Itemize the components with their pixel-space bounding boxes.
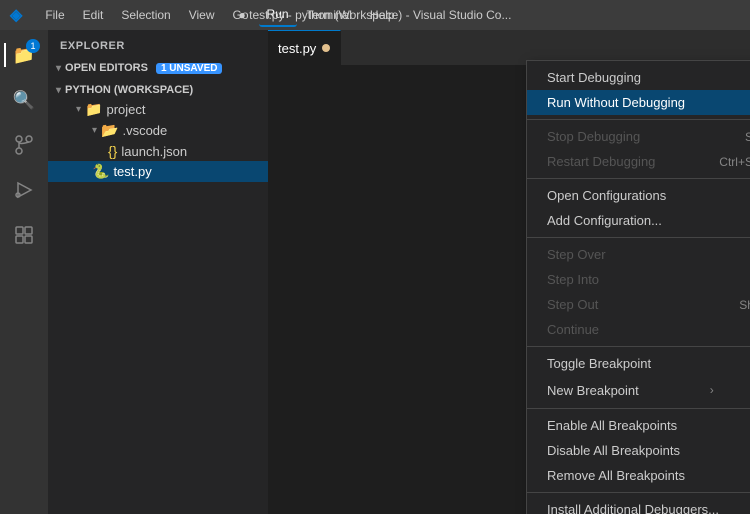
divider-4 <box>527 346 750 347</box>
menu-open-configurations[interactable]: Open Configurations <box>527 183 750 208</box>
menu-start-debugging[interactable]: Start Debugging F5 <box>527 65 750 90</box>
tab-label: test.py <box>278 41 316 56</box>
workspace-label: PYTHON (WORKSPACE) <box>65 84 193 96</box>
unsaved-badge: 1 UNSAVED <box>156 63 223 74</box>
activity-explorer[interactable]: 📁 1 <box>4 35 44 75</box>
menu-view[interactable]: View <box>181 4 223 26</box>
folder-vscode[interactable]: ▾ 📂 .vscode <box>48 120 268 141</box>
title-bar: ◈ File Edit Selection View Go Run Termin… <box>0 0 750 30</box>
stop-debugging-label: Stop Debugging <box>547 129 640 144</box>
menu-run-without-debugging[interactable]: Run Without Debugging Ctrl+F5 <box>527 90 750 115</box>
menu-toggle-breakpoint[interactable]: Toggle Breakpoint F9 <box>527 351 750 376</box>
step-out-label: Step Out <box>547 297 598 312</box>
launch-json-label: launch.json <box>121 144 187 159</box>
divider-6 <box>527 492 750 493</box>
divider-2 <box>527 178 750 179</box>
install-debuggers-label: Install Additional Debuggers... <box>547 502 719 514</box>
main-layout: 📁 1 🔍 <box>0 30 750 514</box>
json-file-icon: {} <box>108 143 117 159</box>
activity-search[interactable]: 🔍 <box>4 80 44 120</box>
menu-install-additional-debuggers[interactable]: Install Additional Debuggers... <box>527 497 750 514</box>
project-chevron: ▾ <box>76 104 81 115</box>
menu-restart-debugging: Restart Debugging Ctrl+Shift+F5 <box>527 149 750 174</box>
disable-all-breakpoints-label: Disable All Breakpoints <box>547 443 680 458</box>
new-breakpoint-label: New Breakpoint <box>547 383 639 398</box>
menu-selection[interactable]: Selection <box>113 4 178 26</box>
open-editors-header[interactable]: ▾ OPEN EDITORS 1 UNSAVED <box>48 59 268 77</box>
open-editors-label: OPEN EDITORS <box>65 62 148 74</box>
sidebar: EXPLORER ▾ OPEN EDITORS 1 UNSAVED ▾ PYTH… <box>48 30 268 514</box>
vscode-folder-icon: 📂 <box>101 122 118 139</box>
run-menu: Start Debugging F5 Run Without Debugging… <box>526 60 750 514</box>
activity-bar: 📁 1 🔍 <box>0 30 48 514</box>
step-out-shortcut: Shift+F11 <box>739 298 750 312</box>
menu-edit[interactable]: Edit <box>75 4 112 26</box>
menu-remove-all-breakpoints[interactable]: Remove All Breakpoints <box>527 463 750 488</box>
file-launch-json[interactable]: {} launch.json <box>48 141 268 161</box>
python-workspace-section: ▾ PYTHON (WORKSPACE) ▾ 📁 project ▾ 📂 .vs… <box>48 79 268 184</box>
vscode-folder-label: .vscode <box>122 123 167 138</box>
workspace-header[interactable]: ▾ PYTHON (WORKSPACE) <box>48 81 268 99</box>
extensions-icon <box>14 225 34 245</box>
new-breakpoint-arrow: › <box>710 383 714 397</box>
add-configuration-label: Add Configuration... <box>547 213 662 228</box>
menu-step-out: Step Out Shift+F11 <box>527 292 750 317</box>
menu-step-into: Step Into F11 <box>527 267 750 292</box>
start-debugging-label: Start Debugging <box>547 70 641 85</box>
remove-all-breakpoints-label: Remove All Breakpoints <box>547 468 685 483</box>
source-control-icon <box>13 134 35 156</box>
divider-1 <box>527 119 750 120</box>
activity-source-control[interactable] <box>4 125 44 165</box>
folder-project[interactable]: ▾ 📁 project <box>48 99 268 120</box>
unsaved-dot <box>322 44 330 52</box>
activity-extensions[interactable] <box>4 215 44 255</box>
workspace-chevron: ▾ <box>56 85 61 96</box>
step-into-label: Step Into <box>547 272 599 287</box>
menu-enable-all-breakpoints[interactable]: Enable All Breakpoints <box>527 413 750 438</box>
open-editors-chevron: ▾ <box>56 63 61 74</box>
file-test-py[interactable]: 🐍 test.py <box>48 161 268 182</box>
continue-label: Continue <box>547 322 599 337</box>
run-icon <box>14 180 34 200</box>
tab-test-py[interactable]: test.py <box>268 30 341 65</box>
stop-debugging-shortcut: Shift+F5 <box>745 130 750 144</box>
divider-3 <box>527 237 750 238</box>
search-icon: 🔍 <box>13 90 35 111</box>
menu-new-breakpoint[interactable]: New Breakpoint › <box>527 376 750 404</box>
enable-all-breakpoints-label: Enable All Breakpoints <box>547 418 677 433</box>
vscode-icon: ◈ <box>10 5 22 25</box>
project-label: project <box>106 102 145 117</box>
menu-file[interactable]: File <box>37 4 72 26</box>
divider-5 <box>527 408 750 409</box>
run-without-debugging-label: Run Without Debugging <box>547 95 685 110</box>
step-over-label: Step Over <box>547 247 606 262</box>
vscode-folder-chevron: ▾ <box>92 125 97 136</box>
restart-debugging-label: Restart Debugging <box>547 154 655 169</box>
activity-run[interactable] <box>4 170 44 210</box>
menu-stop-debugging: Stop Debugging Shift+F5 <box>527 124 750 149</box>
explorer-badge: 1 <box>26 39 40 53</box>
test-py-label: test.py <box>113 164 151 179</box>
editor-area: test.py Start Debugging F5 Run Without D… <box>268 30 750 514</box>
sidebar-header: EXPLORER <box>48 30 268 57</box>
toggle-breakpoint-label: Toggle Breakpoint <box>547 356 651 371</box>
window-title: ● test.py - python (Workspace) - Visual … <box>239 8 512 22</box>
restart-debugging-shortcut: Ctrl+Shift+F5 <box>719 155 750 169</box>
open-configurations-label: Open Configurations <box>547 188 666 203</box>
menu-step-over: Step Over F10 <box>527 242 750 267</box>
open-editors-section: ▾ OPEN EDITORS 1 UNSAVED <box>48 57 268 79</box>
menu-continue: Continue F5 <box>527 317 750 342</box>
python-file-icon: 🐍 <box>92 163 109 180</box>
menu-disable-all-breakpoints[interactable]: Disable All Breakpoints <box>527 438 750 463</box>
folder-icon: 📁 <box>85 101 102 118</box>
menu-add-configuration[interactable]: Add Configuration... <box>527 208 750 233</box>
